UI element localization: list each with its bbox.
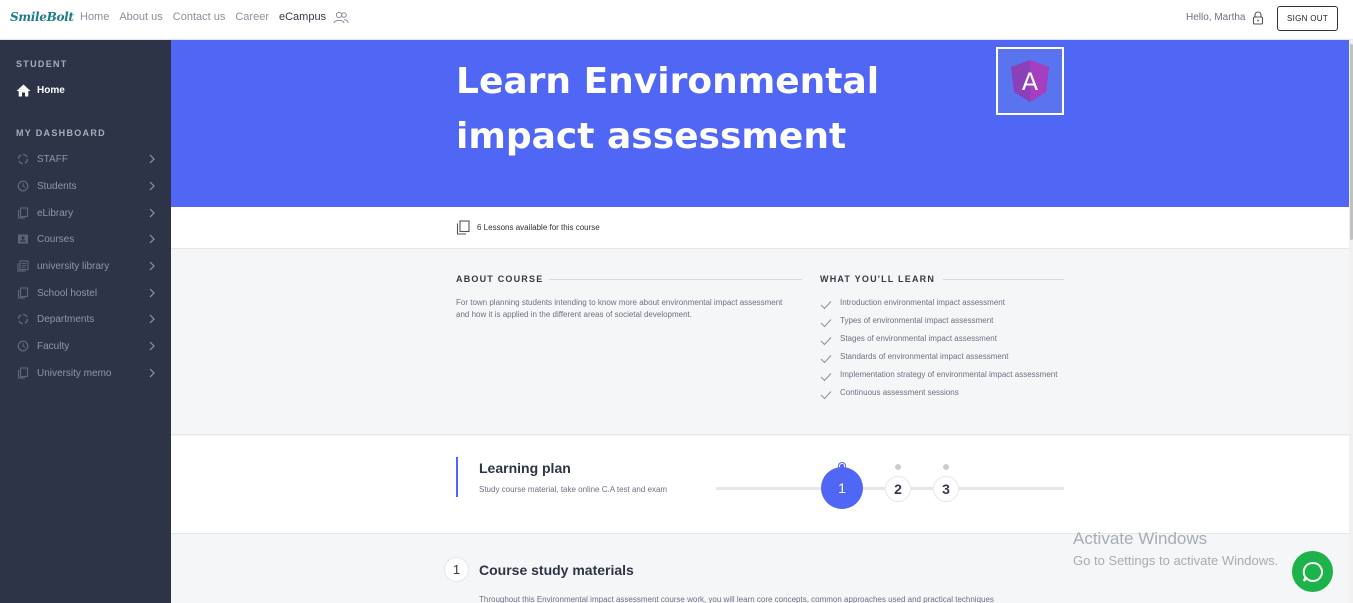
- heading-divider: [943, 279, 1064, 280]
- badge-letter: A: [1022, 68, 1039, 96]
- sidebar-item-label: university library: [37, 260, 110, 272]
- lessons-count: 6 Lessons available for this course: [477, 223, 600, 232]
- lock-icon[interactable]: [1252, 11, 1264, 25]
- chat-button[interactable]: [1292, 551, 1333, 592]
- angular-logo-icon: A: [1011, 60, 1049, 102]
- clock-icon: [16, 339, 30, 353]
- lessons-info-bar: 6 Lessons available for this course: [171, 207, 1349, 249]
- chevron-right-icon: [149, 234, 155, 244]
- accent-bar: [456, 457, 458, 497]
- checkmark-icon: [820, 337, 832, 346]
- top-navbar: SmileBolt Home About us Contact us Caree…: [0, 0, 1353, 40]
- section-number-badge: 1: [444, 557, 469, 582]
- id-card-icon: [16, 232, 30, 246]
- sign-out-button[interactable]: SIGN OUT: [1277, 6, 1338, 31]
- checkmark-icon: [820, 301, 832, 310]
- people-icon[interactable]: [333, 11, 349, 24]
- checkmark-icon: [820, 355, 832, 364]
- home-icon: [16, 84, 31, 96]
- sidebar-item-label: Students: [37, 180, 77, 192]
- checkmark-icon: [820, 373, 832, 382]
- sidebar-item-label: eLibrary: [37, 207, 74, 219]
- course-badge: A: [996, 47, 1064, 115]
- sidebar-item-label: Courses: [37, 233, 75, 245]
- sidebar-item-label: STAFF: [37, 153, 68, 165]
- sidebar-heading-dashboard: MY DASHBOARD: [16, 128, 106, 138]
- list-item: Stages of environmental impact assessmen…: [820, 333, 1070, 347]
- library-icon: [16, 259, 30, 273]
- sidebar-item-label: Home: [37, 84, 65, 96]
- chevron-right-icon: [149, 208, 155, 218]
- course-title: Learn Environmental impact assessment: [456, 61, 880, 157]
- sidebar-item-departments[interactable]: Departments: [16, 312, 156, 326]
- learning-plan-section: Learning plan Study course material, tak…: [171, 436, 1349, 534]
- copy-icon: [16, 286, 30, 300]
- nav-link-about[interactable]: About us: [119, 11, 162, 23]
- course-hero-banner: Learn Environmental impact assessment A: [171, 40, 1349, 207]
- about-course-heading: ABOUT COURSE: [456, 274, 544, 284]
- list-item: Implementation strategy of environmental…: [820, 369, 1070, 383]
- sidebar-item-university-library[interactable]: university library: [16, 259, 156, 273]
- chevron-right-icon: [149, 261, 155, 271]
- sidebar-item-faculty[interactable]: Faculty: [16, 339, 156, 353]
- spinner-icon: [16, 152, 30, 166]
- sidebar-item-university-memo[interactable]: University memo: [16, 366, 156, 380]
- materials-title: Course study materials: [479, 562, 634, 578]
- sidebar-item-label: Departments: [37, 313, 95, 325]
- step-1-button[interactable]: 1: [821, 467, 863, 509]
- learning-plan-title: Learning plan: [479, 460, 571, 476]
- sidebar-item-label: University memo: [37, 367, 112, 379]
- learning-plan-subtitle: Study course material, take online C.A t…: [479, 485, 668, 494]
- materials-description: Throughout this Environmental impact ass…: [479, 595, 994, 603]
- chevron-right-icon: [149, 368, 155, 378]
- what-youll-learn-heading: WHAT YOU'LL LEARN: [820, 274, 936, 284]
- nav-link-home[interactable]: Home: [80, 11, 109, 23]
- learning-outcomes-list: Introduction environmental impact assess…: [820, 297, 1070, 405]
- course-overview-section: ABOUT COURSE For town planning students …: [171, 249, 1349, 435]
- copy-icon: [16, 366, 30, 380]
- list-item: Standards of environmental impact assess…: [820, 351, 1070, 365]
- nav-link-ecampus[interactable]: eCampus: [279, 11, 326, 23]
- clock-icon: [16, 179, 30, 193]
- checkmark-icon: [820, 319, 832, 328]
- step-indicator-dot: [943, 464, 949, 470]
- chevron-right-icon: [149, 341, 155, 351]
- sidebar-item-home[interactable]: Home: [16, 83, 65, 97]
- sidebar-item-label: School hostel: [37, 287, 98, 299]
- sidebar: STUDENT Home MY DASHBOARD STAFF Students…: [0, 40, 171, 603]
- sidebar-item-students[interactable]: Students: [16, 179, 156, 193]
- list-item: Continuous assessment sessions: [820, 387, 1070, 401]
- step-2-button[interactable]: 2: [885, 476, 911, 502]
- nav-link-career[interactable]: Career: [235, 11, 269, 23]
- activate-windows-subtitle: Go to Settings to activate Windows.: [1073, 553, 1279, 568]
- user-greeting: Hello, Martha: [1186, 12, 1246, 23]
- step-indicator-dot: [895, 464, 901, 470]
- copy-icon: [456, 220, 470, 235]
- sidebar-item-courses[interactable]: Courses: [16, 232, 156, 246]
- nav-links: Home About us Contact us Career eCampus: [80, 11, 336, 23]
- sidebar-item-label: Faculty: [37, 340, 70, 352]
- sidebar-item-staff[interactable]: STAFF: [16, 152, 156, 166]
- list-item: Introduction environmental impact assess…: [820, 297, 1070, 311]
- sidebar-item-school-hostel[interactable]: School hostel: [16, 286, 156, 300]
- spinner-icon: [16, 312, 30, 326]
- nav-link-contact[interactable]: Contact us: [173, 11, 226, 23]
- chevron-right-icon: [149, 314, 155, 324]
- sidebar-item-elibrary[interactable]: eLibrary: [16, 206, 156, 220]
- step-3-button[interactable]: 3: [933, 476, 959, 502]
- copy-icon: [16, 206, 30, 220]
- activate-windows-title: Activate Windows: [1073, 529, 1208, 548]
- list-item: Types of environmental impact assessment: [820, 315, 1070, 329]
- chat-bubble-icon: [1302, 561, 1323, 582]
- chevron-right-icon: [149, 288, 155, 298]
- checkmark-icon: [820, 391, 832, 400]
- sidebar-heading-student: STUDENT: [16, 59, 68, 69]
- chevron-right-icon: [149, 181, 155, 191]
- heading-divider: [549, 279, 802, 280]
- about-course-description: For town planning students intending to …: [456, 298, 783, 319]
- chevron-right-icon: [149, 154, 155, 164]
- site-logo[interactable]: SmileBolt: [10, 10, 74, 24]
